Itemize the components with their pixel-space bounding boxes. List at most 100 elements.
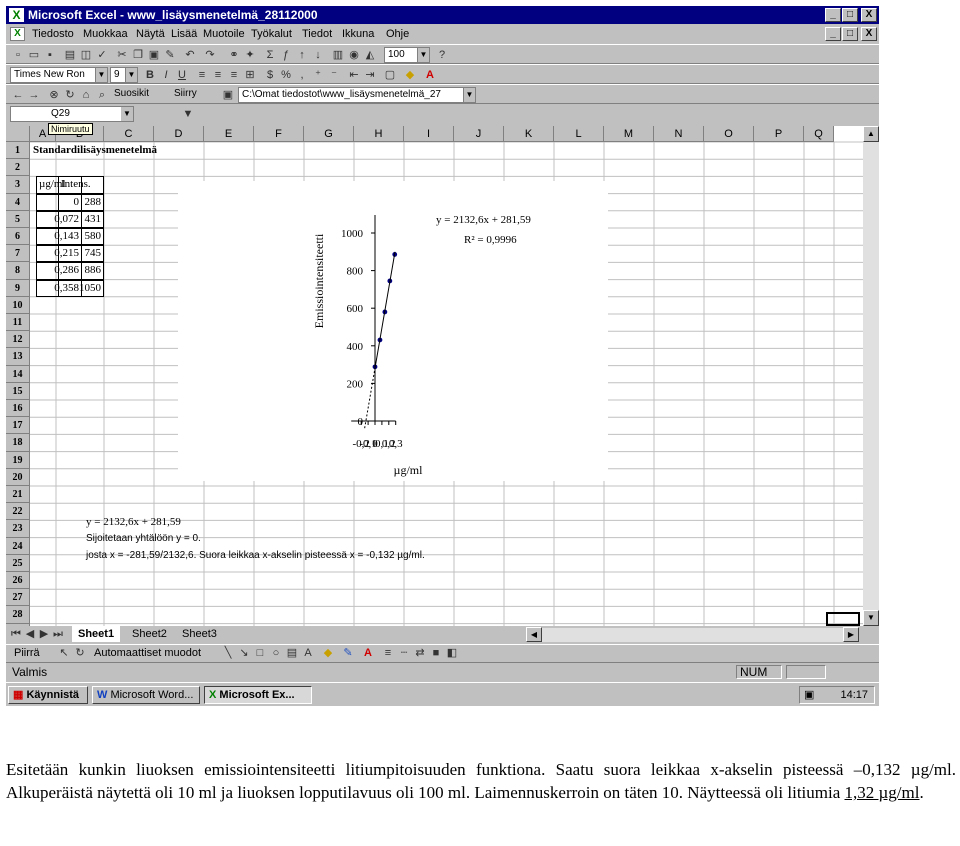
vertical-scrollbar[interactable]: ▲ ▼ [863, 126, 879, 626]
column-header-i[interactable]: I [404, 126, 454, 142]
start-button[interactable]: ▦ Käynnistä [8, 686, 88, 704]
borders-icon[interactable]: ▢ [382, 68, 398, 82]
worksheet-grid[interactable]: ABCDEFGHIJKLMNOPQ 1234567891011121314151… [6, 126, 879, 626]
fill-color-icon[interactable]: ◆ [402, 68, 418, 82]
refresh-icon[interactable]: ↻ [62, 88, 78, 102]
column-header-c[interactable]: C [104, 126, 154, 142]
goto-menu[interactable]: Siirry [174, 88, 197, 99]
column-header-m[interactable]: M [604, 126, 654, 142]
increase-indent-icon[interactable]: ⇥ [362, 68, 378, 82]
select-all-corner[interactable] [6, 126, 30, 142]
copy-icon[interactable]: ❐ [130, 48, 146, 62]
row-header-5[interactable]: 5 [6, 210, 30, 228]
table-header-intensity[interactable]: Intens. [58, 176, 104, 194]
row-header-24[interactable]: 24 [6, 537, 30, 555]
increase-decimal-icon[interactable]: ⁺ [310, 68, 326, 82]
column-header-e[interactable]: E [204, 126, 254, 142]
line-style-icon[interactable]: ≡ [380, 646, 396, 660]
menu-data[interactable]: Tiedot [302, 28, 332, 40]
doc-close-button[interactable]: X [861, 27, 877, 41]
column-header-j[interactable]: J [454, 126, 504, 142]
row-header-26[interactable]: 26 [6, 572, 30, 590]
free-rotate-icon[interactable]: ↻ [72, 646, 88, 660]
comma-style-icon[interactable]: , [294, 68, 310, 82]
autoshapes-menu[interactable]: Automaattiset muodot [94, 647, 201, 659]
sort-ascending-icon[interactable]: ↑ [294, 48, 310, 62]
maximize-button[interactable]: □ [842, 8, 858, 22]
show-only-web-toolbar-icon[interactable]: ▣ [220, 88, 236, 102]
column-header-l[interactable]: L [554, 126, 604, 142]
row-header-27[interactable]: 27 [6, 589, 30, 607]
decrease-decimal-icon[interactable]: ⁻ [326, 68, 342, 82]
note-intercept[interactable]: josta x = -281,59/2132,6. Suora leikkaa … [86, 550, 425, 561]
row-header-28[interactable]: 28 [6, 606, 30, 624]
3d-icon[interactable]: ◧ [444, 646, 460, 660]
currency-icon[interactable]: $ [262, 68, 278, 82]
underline-icon[interactable]: U [174, 68, 190, 82]
table-cell-intensity[interactable]: 1050 [58, 279, 104, 297]
drawing-icon[interactable]: ◭ [362, 48, 378, 62]
oval-icon[interactable]: ○ [268, 646, 284, 660]
undo-icon[interactable]: ↶ [182, 48, 198, 62]
function-icon[interactable]: ƒ [278, 48, 294, 62]
chevron-down-icon[interactable]: ▼ [121, 107, 133, 121]
tab-sheet3[interactable]: Sheet3 [176, 626, 223, 642]
favorites-menu[interactable]: Suosikit [114, 88, 149, 99]
column-header-p[interactable]: P [754, 126, 804, 142]
sheet-title[interactable]: Standardilisäysmenetelmä [33, 144, 157, 156]
row-header-19[interactable]: 19 [6, 451, 30, 469]
rectangle-icon[interactable]: □ [252, 646, 268, 660]
map-icon[interactable]: ◉ [346, 48, 362, 62]
search-web-icon[interactable]: ⌕ [94, 88, 110, 102]
spelling-icon[interactable]: ✓ [94, 48, 110, 62]
scroll-down-icon[interactable]: ▼ [863, 610, 879, 626]
table-cell-intensity[interactable]: 745 [58, 245, 104, 263]
save-icon[interactable]: ▪ [42, 48, 58, 62]
print-icon[interactable]: ▤ [62, 48, 78, 62]
font-select[interactable]: Times New Ron ▼ [10, 67, 108, 83]
chevron-down-icon[interactable]: ▼ [463, 88, 475, 102]
menu-file[interactable]: Tiedosto [32, 28, 74, 40]
menu-tools[interactable]: Työkalut [251, 28, 292, 40]
row-header-9[interactable]: 9 [6, 279, 30, 297]
column-header-g[interactable]: G [304, 126, 354, 142]
scroll-right-icon[interactable]: ▶ [843, 627, 859, 642]
shadow-icon[interactable]: ■ [428, 646, 444, 660]
home-icon[interactable]: ⌂ [78, 88, 94, 102]
chevron-down-icon[interactable]: ▼ [95, 68, 107, 82]
column-header-q[interactable]: Q [804, 126, 834, 142]
scroll-left-icon[interactable]: ◀ [526, 627, 542, 642]
table-cell-intensity[interactable]: 886 [58, 262, 104, 280]
tab-sheet2[interactable]: Sheet2 [126, 626, 173, 642]
row-header-18[interactable]: 18 [6, 434, 30, 452]
close-button[interactable]: X [861, 8, 877, 22]
hyperlink-icon[interactable]: ⚭ [226, 48, 242, 62]
arrow-icon[interactable]: ↘ [236, 646, 252, 660]
line-color-icon[interactable]: ✎ [340, 646, 356, 660]
doc-minimize-button[interactable]: _ [825, 27, 841, 41]
column-header-o[interactable]: O [704, 126, 754, 142]
note-equation[interactable]: y = 2132,6x + 281,59 [86, 516, 181, 528]
font-size-select[interactable]: 9 ▼ [110, 67, 138, 83]
embedded-chart[interactable]: 0,3 0,2 0,1 0 -0,1 -0,2 1000 800 600 400 200 0 y = … [178, 181, 608, 481]
row-header-13[interactable]: 13 [6, 348, 30, 366]
row-header-3[interactable]: 3 [6, 176, 30, 194]
select-objects-icon[interactable]: ↖ [56, 646, 72, 660]
print-preview-icon[interactable]: ◫ [78, 48, 94, 62]
doc-restore-button[interactable]: □ [842, 27, 858, 41]
minimize-button[interactable]: _ [825, 8, 841, 22]
address-field[interactable]: C:\Omat tiedostot\www_lisäysmenetelmä_27… [238, 87, 476, 103]
italic-icon[interactable]: I [158, 68, 174, 82]
font-color-icon[interactable]: A [422, 68, 438, 82]
percent-icon[interactable]: % [278, 68, 294, 82]
name-box[interactable]: Q29 ▼ [10, 106, 134, 122]
note-substitute[interactable]: Sijoitetaan yhtälöön y = 0. [86, 533, 201, 544]
chart-wizard-icon[interactable]: ▥ [330, 48, 346, 62]
horizontal-scrollbar[interactable]: ◀ ▶ [526, 627, 859, 642]
decrease-indent-icon[interactable]: ⇤ [346, 68, 362, 82]
row-header-25[interactable]: 25 [6, 554, 30, 572]
chevron-down-icon[interactable]: ▼ [125, 68, 137, 82]
arrow-style-icon[interactable]: ⇄ [412, 646, 428, 660]
open-icon[interactable]: ▭ [26, 48, 42, 62]
row-header-8[interactable]: 8 [6, 262, 30, 280]
